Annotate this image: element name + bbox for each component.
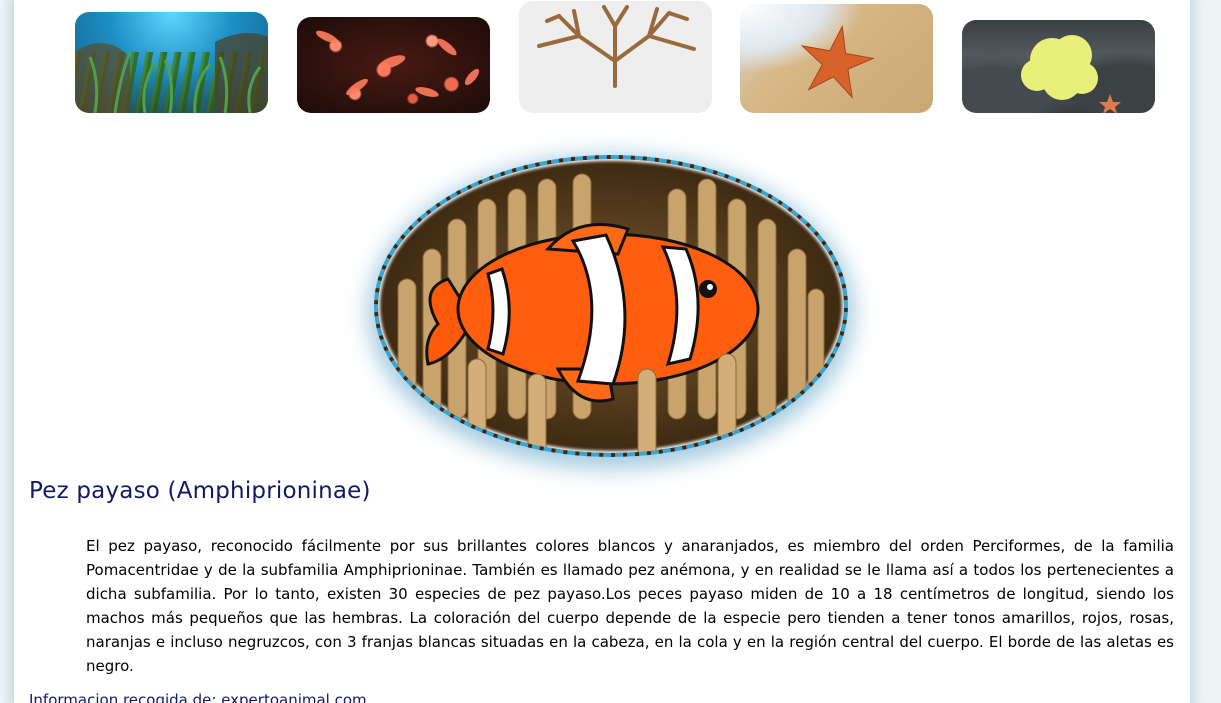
clownfish-image bbox=[374, 155, 848, 457]
krill-thumbnail[interactable] bbox=[297, 17, 490, 113]
seaweed-thumbnail[interactable] bbox=[519, 1, 712, 113]
starfish-illustration bbox=[800, 24, 875, 99]
seagrass-illustration bbox=[75, 33, 268, 113]
starfish-thumbnail[interactable] bbox=[740, 4, 933, 113]
sponge-thumbnail[interactable] bbox=[962, 20, 1155, 113]
clownfish-illustration bbox=[397, 173, 825, 453]
content-page: Pez payaso (Amphiprioninae) El pez payas… bbox=[14, 0, 1190, 703]
article-body: El pez payaso, reconocido fácilmente por… bbox=[86, 537, 1174, 675]
source-credit: Informacion recogida de: expertoanimal.c… bbox=[29, 691, 367, 703]
article-title: Pez payaso (Amphiprioninae) bbox=[29, 478, 371, 504]
sponge-illustration bbox=[1021, 35, 1121, 113]
seaweed-illustration bbox=[537, 5, 696, 88]
krill-illustration bbox=[315, 30, 480, 97]
seagrass-thumbnail[interactable] bbox=[75, 12, 268, 113]
